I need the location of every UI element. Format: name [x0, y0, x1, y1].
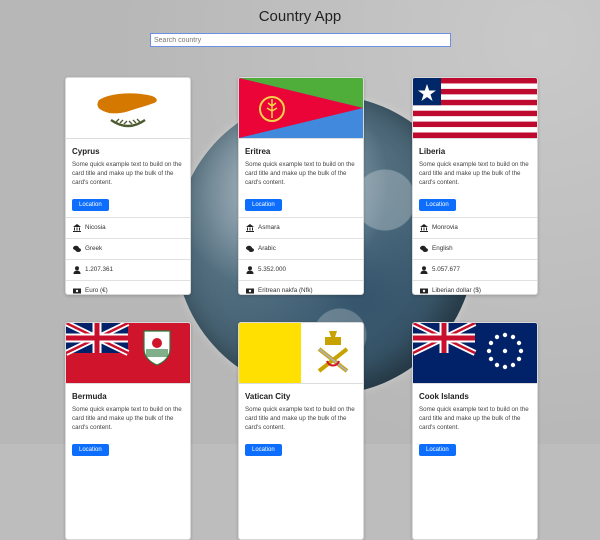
card-title: Vatican City: [245, 392, 291, 401]
flag-liberia-svg: [413, 78, 537, 138]
flag-bermuda-svg: [66, 323, 190, 383]
location-button[interactable]: Location: [419, 199, 456, 211]
money-icon: [419, 287, 428, 295]
card-text: Some quick example text to build on the …: [72, 406, 182, 431]
population-row: 5.057.677: [413, 260, 537, 281]
flag-cook-islands-svg: [413, 323, 537, 383]
search-input[interactable]: [150, 33, 451, 47]
card-text: Some quick example text to build on the …: [245, 406, 355, 431]
location-button[interactable]: Location: [72, 444, 109, 456]
language-value: Greek: [85, 245, 103, 252]
language-row: Greek: [66, 239, 190, 260]
card-text: Some quick example text to build on the …: [245, 161, 355, 186]
capital-row: Asmara: [239, 218, 363, 239]
currency-row: Liberian dollar ($): [413, 281, 537, 295]
language-value: Arabic: [258, 245, 276, 252]
country-card-liberia: Liberia Some quick example text to build…: [412, 77, 538, 295]
speech-bubbles-icon: [419, 245, 428, 254]
language-row: Arabic: [239, 239, 363, 260]
flag-liberia-image: [413, 78, 537, 139]
currency-value: Eritrean nakfa (Nfk): [258, 287, 313, 294]
country-card-cyprus: Cyprus Some quick example text to build …: [65, 77, 191, 295]
country-card-vatican-city: Vatican City Some quick example text to …: [238, 322, 364, 540]
flag-eritrea-svg: [239, 78, 363, 138]
currency-row: Euro (€): [66, 281, 190, 295]
capital-row: Nicosia: [66, 218, 190, 239]
language-row: English: [413, 239, 537, 260]
card-title: Cook Islands: [419, 392, 469, 401]
population-row: 1.207.361: [66, 260, 190, 281]
money-icon: [245, 287, 254, 295]
person-icon: [419, 266, 428, 275]
card-text: Some quick example text to build on the …: [419, 406, 529, 431]
country-details-list: Asmara Arabic 5.352.000 Eritrean nakfa (…: [239, 217, 363, 295]
country-card-bermuda: Bermuda Some quick example text to build…: [65, 322, 191, 540]
location-button[interactable]: Location: [245, 444, 282, 456]
speech-bubbles-icon: [245, 245, 254, 254]
flag-vatican-city-svg: [239, 323, 363, 383]
flag-vatican-city-image: [239, 323, 363, 384]
money-icon: [72, 287, 81, 295]
flag-cook-islands-image: [413, 323, 537, 384]
country-card-eritrea: Eritrea Some quick example text to build…: [238, 77, 364, 295]
card-title: Cyprus: [72, 147, 100, 156]
speech-bubbles-icon: [72, 245, 81, 254]
flag-bermuda-image: [66, 323, 190, 384]
location-button[interactable]: Location: [72, 199, 109, 211]
currency-value: Euro (€): [85, 287, 108, 294]
country-details-list: Nicosia Greek 1.207.361 Euro (€): [66, 217, 190, 295]
language-value: English: [432, 245, 453, 252]
population-value: 5.352.000: [258, 266, 287, 273]
page-title: Country App: [258, 8, 342, 25]
card-title: Liberia: [419, 147, 446, 156]
flag-cyprus-image: [66, 78, 190, 139]
flag-eritrea-image: [239, 78, 363, 139]
person-icon: [245, 266, 254, 275]
capital-value: Asmara: [258, 224, 280, 231]
currency-row: Eritrean nakfa (Nfk): [239, 281, 363, 295]
population-value: 1.207.361: [85, 266, 114, 273]
bank-icon: [419, 224, 428, 233]
location-button[interactable]: Location: [419, 444, 456, 456]
capital-row: Monrovia: [413, 218, 537, 239]
bank-icon: [245, 224, 254, 233]
currency-value: Liberian dollar ($): [432, 287, 482, 294]
location-button[interactable]: Location: [245, 199, 282, 211]
card-title: Bermuda: [72, 392, 107, 401]
capital-value: Monrovia: [432, 224, 458, 231]
bank-icon: [72, 224, 81, 233]
country-card-cook-islands: Cook Islands Some quick example text to …: [412, 322, 538, 540]
capital-value: Nicosia: [85, 224, 106, 231]
card-text: Some quick example text to build on the …: [72, 161, 182, 186]
card-text: Some quick example text to build on the …: [419, 161, 529, 186]
country-details-list: Monrovia English 5.057.677 Liberian doll…: [413, 217, 537, 295]
person-icon: [72, 266, 81, 275]
population-row: 5.352.000: [239, 260, 363, 281]
card-title: Eritrea: [245, 147, 271, 156]
population-value: 5.057.677: [432, 266, 461, 273]
flag-cyprus-svg: [66, 78, 190, 138]
